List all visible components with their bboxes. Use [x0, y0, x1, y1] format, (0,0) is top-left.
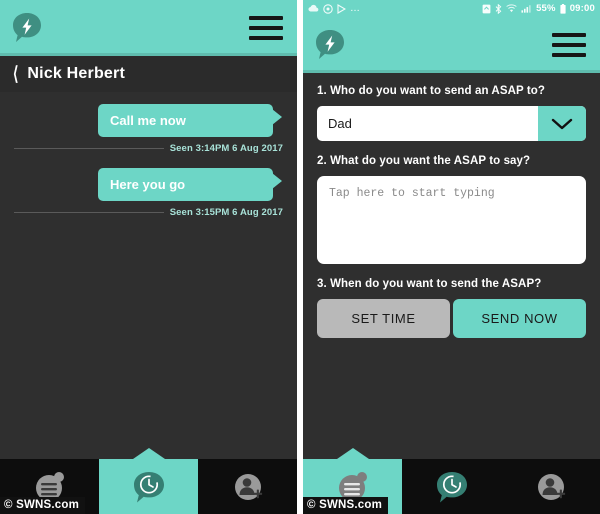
message-status-row: Seen 3:15PM 6 Aug 2017: [14, 207, 283, 218]
message-status: Seen 3:15PM 6 Aug 2017: [169, 207, 283, 218]
status-bar-left: …: [308, 2, 361, 14]
hamburger-bar: [249, 26, 283, 30]
conversation-header: ⟨ Nick Herbert: [0, 56, 297, 92]
message-textarea[interactable]: Tap here to start typing: [317, 176, 586, 264]
nav-item-contacts[interactable]: [501, 459, 600, 514]
chat-clock-icon: [133, 471, 164, 502]
bubble-wrap: Here you go: [14, 168, 283, 201]
wifi-icon: [506, 4, 517, 13]
cloud-icon: [308, 4, 319, 12]
clock: 09:00: [569, 2, 595, 14]
message-status: Seen 3:14PM 6 Aug 2017: [169, 143, 283, 154]
nav-item-contacts[interactable]: [198, 459, 297, 514]
hamburger-bar: [249, 16, 283, 20]
divider: [14, 148, 164, 149]
play-icon: [337, 3, 346, 14]
add-person-icon: [537, 473, 565, 500]
battery-icon: [560, 3, 566, 14]
divider: [14, 212, 164, 213]
screenshot-root: ⟨ Nick Herbert Call me now Seen 3:14PM 6…: [0, 0, 600, 514]
lightning-speech-bubble-icon[interactable]: [10, 11, 44, 45]
lightning-speech-bubble-icon[interactable]: [313, 28, 347, 62]
bubble-wrap: Call me now: [14, 104, 283, 137]
question-message: 2. What do you want the ASAP to say? Tap…: [317, 155, 586, 264]
battery-percent: 55%: [536, 2, 556, 14]
question-recipient: 1. Who do you want to send an ASAP to? D…: [317, 85, 586, 141]
message-row: Here you go Seen 3:15PM 6 Aug 2017: [14, 168, 283, 218]
left-phone-screen: ⟨ Nick Herbert Call me now Seen 3:14PM 6…: [0, 0, 297, 514]
question-1-label: 1. Who do you want to send an ASAP to?: [317, 85, 546, 97]
message-bubble[interactable]: Here you go: [98, 168, 282, 201]
asap-form: 1. Who do you want to send an ASAP to? D…: [303, 73, 600, 459]
message-list: Call me now Seen 3:14PM 6 Aug 2017 Here …: [0, 92, 297, 459]
contact-name: Nick Herbert: [27, 65, 125, 82]
set-time-button[interactable]: SET TIME: [317, 299, 450, 338]
add-person-icon: [234, 473, 262, 500]
hamburger-menu-icon[interactable]: [552, 33, 586, 57]
message-bubble[interactable]: Call me now: [98, 104, 282, 137]
signal-bars-icon: [521, 5, 531, 13]
status-bar-right: 55% 09:00: [482, 2, 595, 14]
chevron-down-icon[interactable]: [538, 106, 586, 141]
watermark: © SWNS.com: [303, 497, 389, 514]
nav-item-asap[interactable]: [99, 459, 198, 514]
sync-icon: [482, 4, 491, 13]
recipient-select[interactable]: Dad: [317, 106, 586, 141]
app-bar: [0, 0, 297, 56]
hamburger-bar: [552, 53, 586, 57]
timing-button-row: SET TIME SEND NOW: [317, 299, 586, 338]
hamburger-menu-icon[interactable]: [249, 16, 283, 40]
question-2-label: 2. What do you want the ASAP to say?: [317, 155, 531, 167]
hamburger-bar: [249, 36, 283, 40]
nav-item-asap[interactable]: [402, 459, 501, 514]
right-phone-screen: … 55% 09:00 1. Who do you want to send a…: [303, 0, 600, 514]
message-status-row: Seen 3:14PM 6 Aug 2017: [14, 143, 283, 154]
recipient-select-value: Dad: [328, 116, 352, 131]
bluetooth-icon: [495, 3, 502, 14]
status-bar: … 55% 09:00: [303, 0, 600, 17]
hamburger-bar: [552, 43, 586, 47]
back-chevron-icon[interactable]: ⟨: [13, 65, 19, 84]
status-overflow-dots: …: [350, 2, 361, 14]
question-3-label: 3. When do you want to send the ASAP?: [317, 278, 542, 290]
question-timing: 3. When do you want to send the ASAP? SE…: [317, 278, 586, 338]
watermark: © SWNS.com: [0, 497, 86, 514]
app-bar: [303, 17, 600, 73]
chat-clock-icon: [436, 471, 467, 502]
hamburger-bar: [552, 33, 586, 37]
record-icon: [323, 3, 333, 14]
message-row: Call me now Seen 3:14PM 6 Aug 2017: [14, 104, 283, 154]
send-now-button[interactable]: SEND NOW: [453, 299, 586, 338]
